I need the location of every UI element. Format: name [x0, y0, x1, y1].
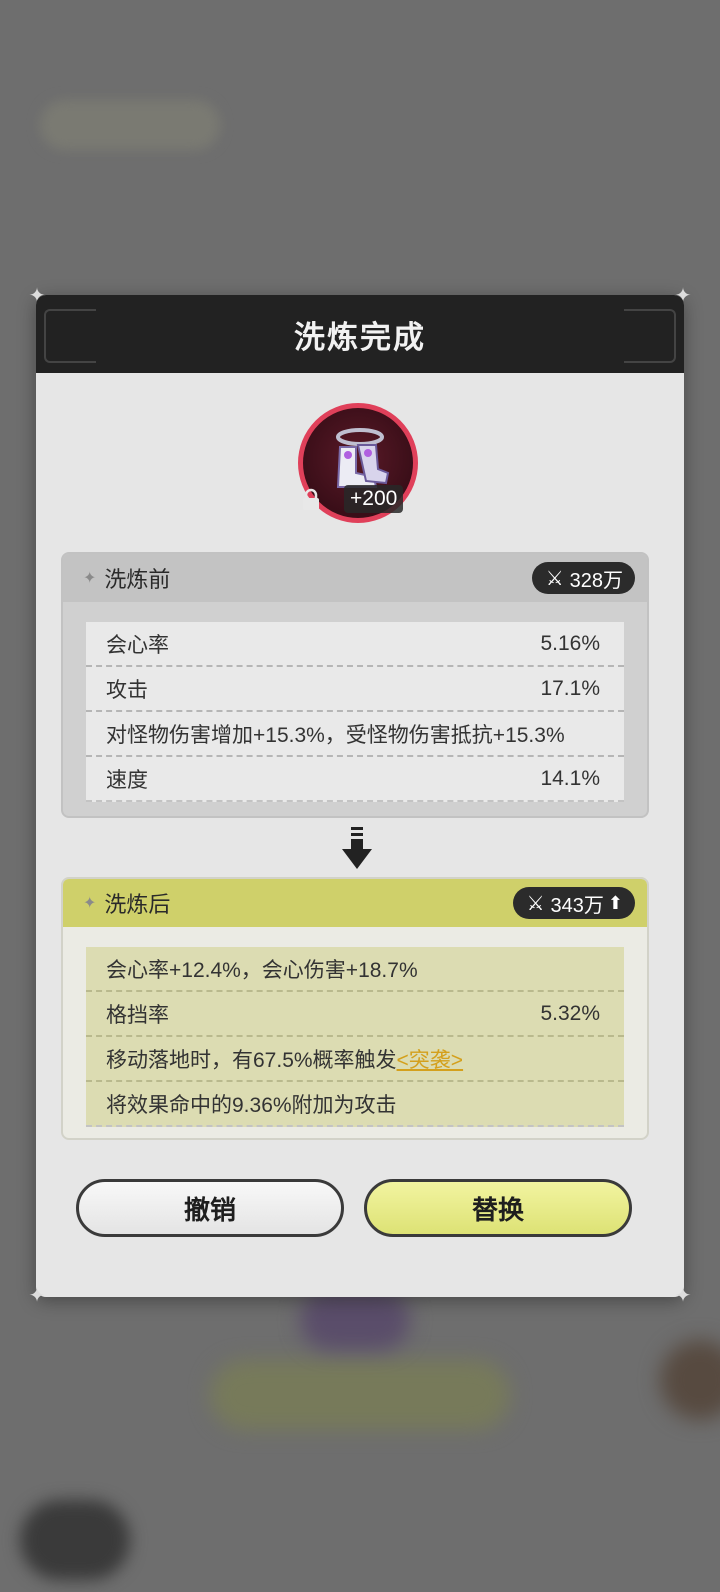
sparkle-icon: ✦: [83, 570, 97, 587]
stat-row: 移动落地时，有67.5%概率触发<突袭>: [86, 1037, 624, 1082]
stat-name: 速度: [106, 768, 148, 792]
before-label: 洗炼前: [104, 567, 171, 592]
stat-name: 会心率+12.4%，会心伤害+18.7%: [106, 958, 418, 982]
dialog-title: 洗炼完成: [294, 319, 426, 355]
stat-text: 移动落地时，有67.5%概率触发<突袭>: [106, 1044, 463, 1074]
arrow-down-icon: [342, 827, 372, 869]
stat-row: 会心率 5.16%: [86, 622, 624, 667]
stat-list: 会心率 5.16% 攻击 17.1% 对怪物伤害增加+15.3%，受怪物伤害抵抗…: [86, 622, 624, 802]
stat-name: 对怪物伤害增加+15.3%，受怪物伤害抵抗+15.3%: [106, 723, 565, 747]
stat-name: 攻击: [106, 678, 148, 702]
cancel-button[interactable]: 撤销: [76, 1179, 344, 1237]
header-ornament: [44, 309, 96, 363]
stat-value: 17.1%: [540, 676, 600, 700]
refine-result-dialog: ✦ ✦ ✦ ✦ 洗炼完成 +200 ✦ 洗炼前 ⚔ 328万 会心率 5.16%…: [29, 286, 692, 1306]
stat-name: 会心率: [106, 633, 169, 657]
corner-ornament-icon: ✦: [674, 1285, 692, 1307]
stat-name: 移动落地时，有67.5%概率触发: [106, 1048, 397, 1072]
stat-row: 对怪物伤害增加+15.3%，受怪物伤害抵抗+15.3%: [86, 712, 624, 757]
background-blur: [20, 1500, 130, 1580]
stat-row: 格挡率 5.32%: [86, 992, 624, 1037]
stat-row: 将效果命中的9.36%附加为攻击: [86, 1082, 624, 1127]
panel-title: ✦ 洗炼后: [83, 887, 170, 919]
dialog-header: 洗炼完成: [36, 295, 684, 373]
panel-header: ✦ 洗炼前 ⚔ 328万: [63, 554, 647, 602]
crossed-swords-icon: ⚔: [545, 567, 564, 590]
crossed-swords-icon: ⚔: [526, 892, 545, 915]
sparkle-icon: ✦: [83, 895, 97, 912]
replace-button[interactable]: 替换: [364, 1179, 632, 1237]
power-up-arrow-icon: ⬆: [607, 892, 623, 913]
header-ornament: [624, 309, 676, 363]
power-value: 328万: [569, 569, 623, 592]
stat-value: 5.32%: [540, 1001, 600, 1025]
panel-title: ✦ 洗炼前: [83, 562, 170, 594]
stat-list: 会心率+12.4%，会心伤害+18.7% 格挡率 5.32% 移动落地时，有67…: [86, 947, 624, 1127]
after-stats-panel: ✦ 洗炼后 ⚔ 343万 ⬆ 会心率+12.4%，会心伤害+18.7% 格挡率 …: [61, 877, 649, 1140]
panel-header: ✦ 洗炼后 ⚔ 343万 ⬆: [63, 879, 647, 927]
background-blur: [660, 1340, 720, 1420]
stat-value: 14.1%: [540, 766, 600, 790]
stat-row: 攻击 17.1%: [86, 667, 624, 712]
power-value: 343万: [550, 894, 604, 917]
before-stats-panel: ✦ 洗炼前 ⚔ 328万 会心率 5.16% 攻击 17.1% 对怪物伤害增加+…: [61, 552, 649, 818]
power-badge: ⚔ 328万: [531, 562, 635, 594]
background-blur: [40, 100, 220, 150]
lock-icon[interactable]: [299, 488, 323, 512]
background-blur: [300, 1290, 410, 1350]
enhance-level-badge: +200: [344, 485, 404, 513]
skill-link[interactable]: <突袭>: [397, 1049, 464, 1072]
corner-ornament-icon: ✦: [28, 1285, 46, 1307]
background-blur: [210, 1360, 510, 1430]
stat-name: 将效果命中的9.36%附加为攻击: [106, 1093, 397, 1117]
power-badge: ⚔ 343万 ⬆: [512, 887, 635, 919]
stat-name: 格挡率: [106, 1003, 169, 1027]
stat-value: 5.16%: [540, 631, 600, 655]
after-label: 洗炼后: [104, 892, 171, 917]
stat-row: 速度 14.1%: [86, 757, 624, 802]
stat-row: 会心率+12.4%，会心伤害+18.7%: [86, 947, 624, 992]
